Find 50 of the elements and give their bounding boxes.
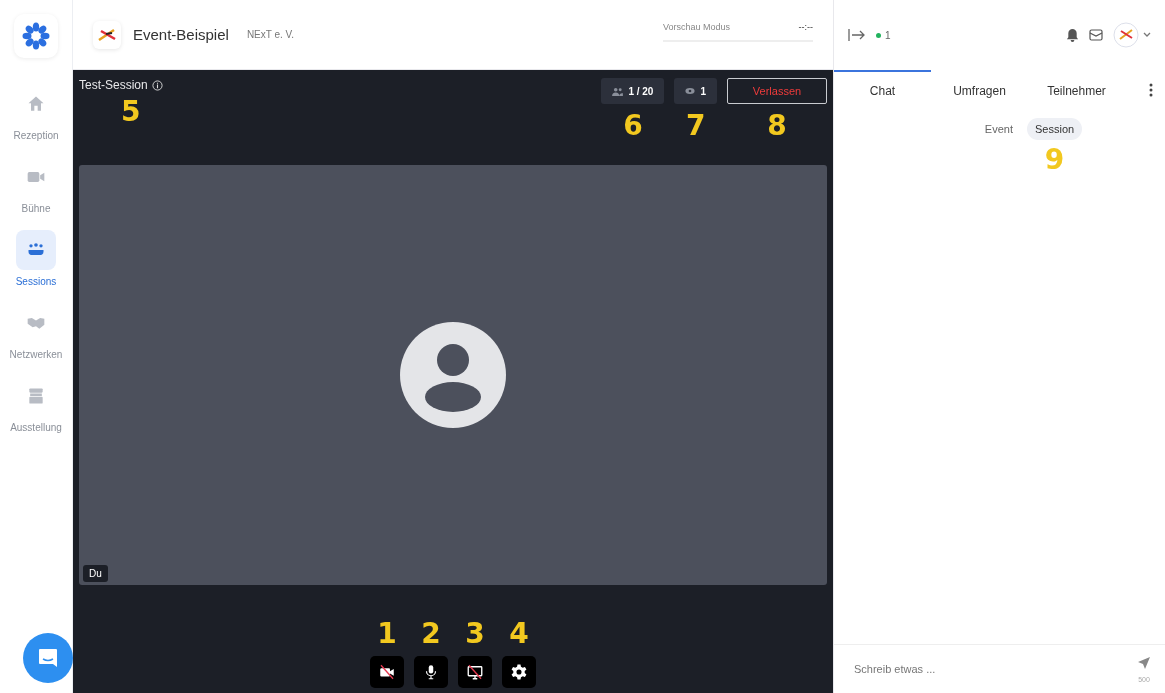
microphone-toggle[interactable] bbox=[414, 656, 448, 688]
callout-number: 7 bbox=[685, 112, 706, 140]
chat-scope-tab[interactable]: Event bbox=[976, 118, 1021, 140]
booth-icon bbox=[26, 386, 46, 406]
callout-number: 8 bbox=[767, 112, 787, 140]
chat-bubble-icon bbox=[36, 646, 60, 670]
settings-toggle[interactable] bbox=[502, 656, 536, 688]
nav-item[interactable]: Bühne bbox=[16, 157, 56, 222]
bell-icon[interactable] bbox=[1066, 28, 1079, 42]
leave-button[interactable]: Verlassen bbox=[727, 78, 827, 104]
panel-tab[interactable]: Chat bbox=[834, 70, 931, 110]
nav-item[interactable]: Ausstellung bbox=[10, 376, 62, 441]
callout-number: 9 bbox=[1044, 146, 1065, 174]
online-count: 1 bbox=[876, 29, 891, 41]
callout-number: 3 bbox=[465, 620, 485, 648]
chat-scope-tab[interactable]: Session bbox=[1027, 118, 1083, 140]
chat-widget-button[interactable] bbox=[23, 633, 73, 683]
participant-count: 1 / 20 bbox=[601, 78, 665, 104]
more-icon[interactable] bbox=[1149, 83, 1153, 97]
camera-off-icon bbox=[378, 663, 396, 681]
viewer-count: 1 bbox=[674, 78, 717, 104]
screen-share-icon bbox=[466, 663, 484, 681]
eye-icon bbox=[685, 87, 696, 95]
nav-item[interactable]: Netzwerken bbox=[9, 303, 63, 368]
callout-number: 1 bbox=[377, 620, 397, 648]
screen-toggle[interactable] bbox=[458, 656, 492, 688]
profile-avatar[interactable] bbox=[1113, 22, 1153, 48]
callout-number: 4 bbox=[509, 620, 529, 648]
session-title: Test-Session bbox=[79, 78, 148, 92]
nav-item[interactable]: Rezeption bbox=[13, 84, 59, 149]
preview-mode-field: Vorschau Modus --:-- bbox=[663, 21, 813, 42]
callout-number: 6 bbox=[623, 112, 643, 140]
info-icon[interactable] bbox=[151, 79, 163, 91]
app-logo[interactable] bbox=[14, 14, 58, 58]
callout-number: 5 bbox=[121, 98, 142, 126]
send-icon[interactable] bbox=[1137, 655, 1151, 670]
callout-number: 2 bbox=[421, 620, 441, 648]
panel-tab[interactable]: Teilnehmer bbox=[1028, 70, 1125, 110]
event-title: Event-Beispiel bbox=[133, 26, 229, 43]
avatar-icon bbox=[400, 322, 506, 428]
people-icon bbox=[612, 86, 624, 96]
organizer-name: NExT e. V. bbox=[246, 29, 295, 40]
camera-toggle[interactable] bbox=[370, 656, 404, 688]
home-icon bbox=[26, 94, 46, 114]
settings-icon bbox=[510, 663, 528, 681]
mail-icon[interactable] bbox=[1089, 29, 1103, 41]
exit-icon[interactable] bbox=[848, 28, 866, 42]
message-input[interactable]: Schreib etwas ... bbox=[852, 662, 1137, 676]
panel-tab[interactable]: Umfragen bbox=[931, 70, 1028, 110]
participant-name-tag: Du bbox=[83, 565, 108, 582]
